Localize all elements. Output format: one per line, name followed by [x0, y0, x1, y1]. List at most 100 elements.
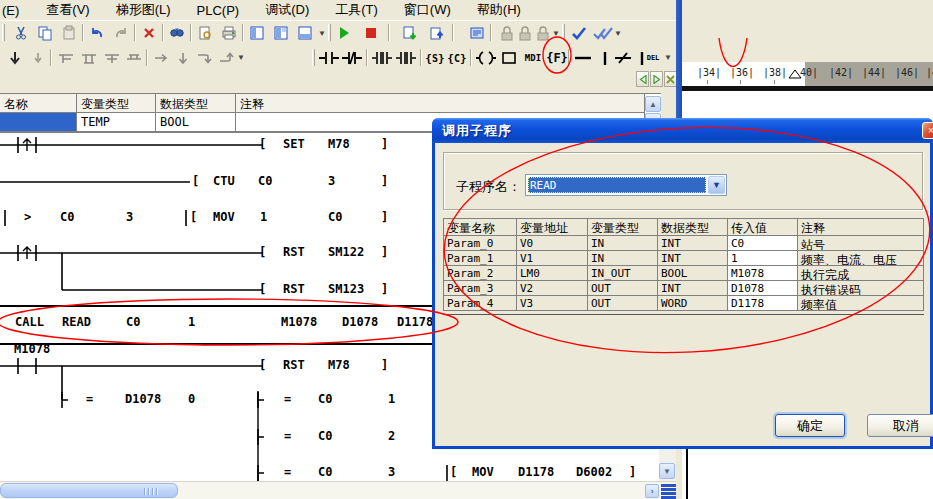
paste-icon[interactable]	[58, 23, 80, 43]
param-cell-value[interactable]: C0	[728, 236, 798, 251]
arrow-turn-down-icon[interactable]	[193, 48, 215, 68]
instr-rst[interactable]: RST	[283, 358, 305, 372]
upload-from-plc-icon[interactable]	[425, 23, 447, 43]
junction-3-icon[interactable]	[101, 48, 123, 68]
operand[interactable]: D1178	[518, 465, 554, 479]
chevron-down-icon[interactable]: ▼	[708, 176, 725, 194]
junction-4-icon[interactable]	[123, 48, 145, 68]
call-arg[interactable]: D1078	[342, 315, 378, 329]
function-box-icon[interactable]	[498, 48, 520, 68]
operand[interactable]: 2	[388, 429, 395, 443]
menu-debug[interactable]: 调试(D)	[252, 1, 322, 19]
operand[interactable]: C0	[60, 210, 74, 224]
instr-rst[interactable]: RST	[283, 245, 305, 259]
delete-line-icon[interactable]: DEL	[634, 48, 664, 68]
operand[interactable]: 3	[388, 465, 395, 479]
arrow-right-icon[interactable]	[150, 48, 172, 68]
contact-open-icon[interactable]	[318, 48, 340, 68]
insert-down-icon[interactable]	[4, 48, 26, 68]
ladder-hscrollbar[interactable]: ›	[0, 481, 676, 499]
contact-closed-icon[interactable]	[341, 48, 363, 68]
subroutine-name[interactable]: READ	[62, 315, 91, 329]
menu-window[interactable]: 窗口(W)	[391, 1, 464, 19]
operand[interactable]: D6002	[576, 465, 612, 479]
operand[interactable]: C0	[258, 174, 272, 188]
arrow-turn-up-icon[interactable]	[215, 48, 237, 68]
check-dropdown-icon[interactable]: ▼	[614, 29, 622, 38]
delete-line-dropdown-icon[interactable]: ▼	[664, 53, 672, 62]
operand[interactable]: 3	[328, 174, 335, 188]
var-cell-vartype[interactable]: TEMP	[77, 113, 156, 132]
operand[interactable]: SM122	[328, 245, 364, 259]
view-dropdown-icon[interactable]: ▼	[318, 29, 326, 38]
set-coil-icon[interactable]: {S}	[424, 48, 446, 68]
hscroll-thumb[interactable]	[0, 483, 178, 498]
call-arg[interactable]: 1	[188, 315, 195, 329]
contact-label[interactable]: M1078	[14, 342, 50, 356]
instr-mov[interactable]: MOV	[472, 465, 494, 479]
instr-set[interactable]: SET	[283, 137, 305, 151]
param-cell-value[interactable]: D1078	[728, 281, 798, 296]
expand-right-button[interactable]: ›	[645, 484, 659, 498]
var-cell-name-selected[interactable]	[0, 113, 77, 132]
dialog-close-icon[interactable]: ×	[922, 122, 933, 139]
special-function-icon[interactable]: {F}	[546, 48, 568, 68]
operand[interactable]: 0	[188, 392, 195, 406]
next-page-button[interactable]	[650, 71, 663, 87]
mdi-icon[interactable]: MDI	[520, 48, 546, 68]
operand[interactable]: 3	[126, 210, 133, 224]
compare-op[interactable]: =	[284, 429, 291, 443]
menu-edit[interactable]: (E)	[0, 3, 33, 18]
instr-call[interactable]: CALL	[15, 315, 44, 329]
view-output-icon[interactable]	[294, 23, 316, 43]
arrow-dropdown-icon[interactable]: ▼	[237, 53, 245, 62]
compare-op[interactable]: =	[284, 392, 291, 406]
operand[interactable]: C0	[318, 429, 332, 443]
operand[interactable]: C0	[318, 465, 332, 479]
prev-page-button[interactable]	[636, 71, 649, 87]
view-split-icon[interactable]	[270, 23, 292, 43]
var-cell-datatype[interactable]: BOOL	[156, 113, 236, 132]
instr-ctu[interactable]: CTU	[213, 174, 235, 188]
view-project-icon[interactable]	[246, 23, 268, 43]
param-cell-value[interactable]: 1	[728, 251, 798, 266]
check-icon[interactable]	[568, 23, 590, 43]
lock-dropdown-icon[interactable]: ▼	[552, 29, 560, 38]
contact-falling-icon[interactable]	[395, 48, 417, 68]
cut-icon[interactable]	[10, 23, 32, 43]
operand[interactable]: C0	[328, 210, 342, 224]
undo-icon[interactable]	[86, 23, 108, 43]
operand[interactable]: M78	[328, 137, 350, 151]
arrow-down-icon[interactable]	[172, 48, 194, 68]
cancel-button[interactable]: 取消	[867, 414, 933, 437]
call-arg[interactable]: C0	[126, 315, 140, 329]
scroll-down-button[interactable]: ▼	[659, 463, 675, 479]
run-icon[interactable]	[333, 23, 355, 43]
slash-line-icon[interactable]	[612, 48, 634, 68]
menu-view[interactable]: 查看(V)	[33, 1, 102, 19]
print-preview-icon[interactable]	[194, 23, 216, 43]
menu-help[interactable]: 帮助(H)	[464, 1, 534, 19]
menu-ladder[interactable]: 梯形图(L)	[103, 1, 184, 19]
param-cell-value[interactable]: M1078	[728, 266, 798, 281]
junction-1-icon[interactable]	[55, 48, 77, 68]
menu-plc[interactable]: PLC(P)	[184, 3, 253, 18]
call-arg[interactable]: D1178	[397, 315, 433, 329]
insert-down-outline-icon[interactable]	[27, 48, 49, 68]
operand[interactable]: C0	[318, 392, 332, 406]
operand[interactable]: 1	[388, 392, 395, 406]
print-icon[interactable]	[218, 23, 240, 43]
operand[interactable]: SM123	[328, 282, 364, 296]
instr-mov[interactable]: MOV	[213, 210, 235, 224]
operand[interactable]: 1	[260, 210, 267, 224]
find-icon[interactable]	[166, 23, 188, 43]
stop-icon[interactable]	[360, 23, 382, 43]
reset-coil-icon[interactable]: {C}	[446, 48, 468, 68]
lock-icon[interactable]	[532, 23, 554, 43]
ruler-marker-icon[interactable]	[788, 69, 802, 79]
param-cell-value[interactable]: D1178	[728, 296, 798, 311]
operand[interactable]: M78	[328, 358, 350, 372]
compare-op[interactable]: =	[284, 465, 291, 479]
compare-op[interactable]: =	[86, 392, 93, 406]
operand[interactable]: D1078	[125, 392, 161, 406]
